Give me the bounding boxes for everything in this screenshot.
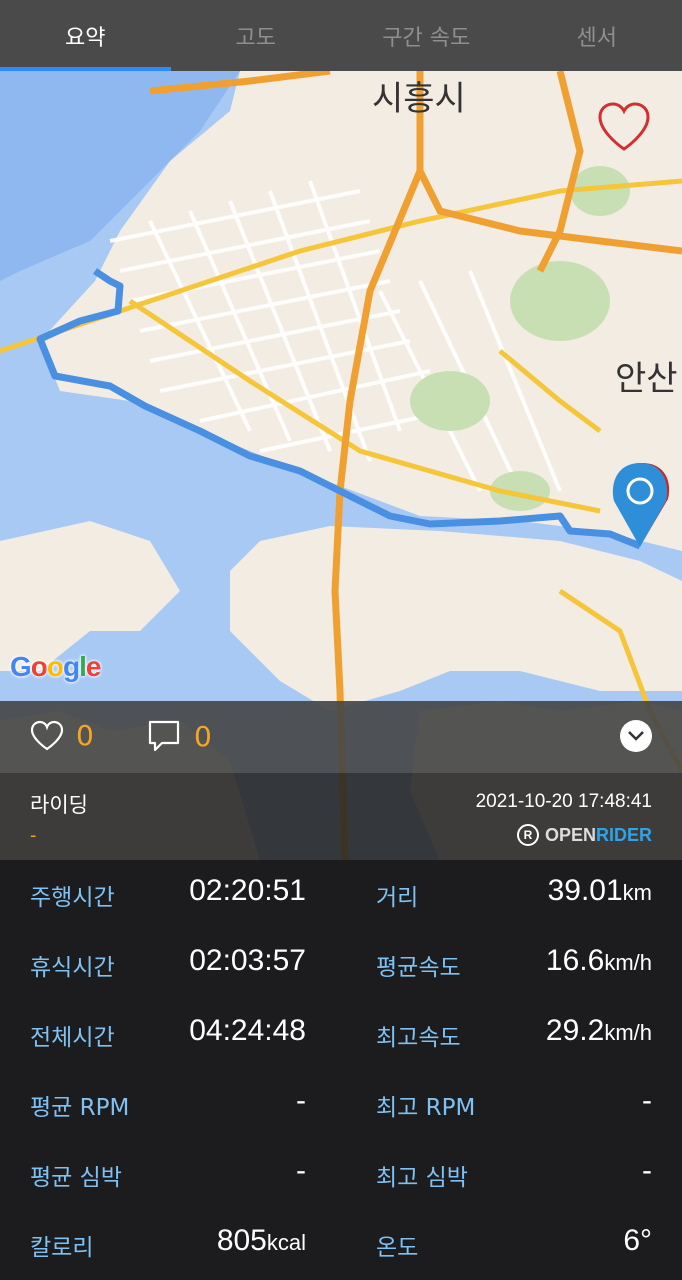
stat-row: 평균 RPM - 최고 RPM -	[0, 1070, 682, 1140]
stat-label-rest-time: 휴식시간	[30, 955, 115, 981]
openrider-logo: R OPEN RIDER	[516, 824, 652, 846]
end-marker	[612, 463, 670, 547]
stat-value-avg-rpm: -	[296, 1084, 306, 1117]
stat-value-max-speed: 29.2km/h	[545, 1014, 652, 1047]
stat-value-rest-time: 02:03:57	[189, 944, 306, 977]
stat-label-temperature: 온도	[376, 1235, 419, 1261]
chevron-down-icon	[628, 731, 644, 741]
stat-label-avg-speed: 평균속도	[376, 955, 461, 981]
social-bar: 0 0	[0, 701, 682, 773]
stat-value-avg-heart-rate: -	[296, 1154, 306, 1187]
stat-label-calories: 칼로리	[30, 1235, 94, 1261]
stat-row: 전체시간 04:24:48 최고속도 29.2km/h	[0, 1000, 682, 1070]
stat-value-temperature: 6°	[623, 1224, 652, 1257]
google-logo: Google	[10, 651, 101, 682]
stat-value-total-time: 04:24:48	[189, 1014, 306, 1047]
stat-value-distance: 39.01km	[547, 874, 652, 907]
comment-icon	[148, 720, 180, 752]
stat-value-max-heart-rate: -	[642, 1154, 652, 1187]
heart-icon	[30, 720, 64, 750]
expand-button[interactable]	[620, 720, 652, 752]
stat-value-max-rpm: -	[642, 1084, 652, 1117]
stat-label-max-heart-rate: 최고 심박	[376, 1165, 468, 1191]
stat-row: 칼로리 805kcal 온도 6°	[0, 1210, 682, 1280]
stat-row: 평균 심박 - 최고 심박 -	[0, 1140, 682, 1210]
tab-elevation[interactable]: 고도	[171, 0, 342, 71]
map-label-ansan: 안산	[615, 359, 678, 399]
like-count: 0	[76, 719, 94, 752]
tab-summary[interactable]: 요약	[0, 0, 171, 71]
stat-label-max-rpm: 최고 RPM	[376, 1095, 476, 1121]
stat-label-avg-heart-rate: 평균 심박	[30, 1165, 122, 1191]
activity-datetime: 2021-10-20 17:48:41	[475, 791, 652, 812]
openrider-icon: R	[516, 824, 539, 846]
stat-value-avg-speed: 16.6km/h	[545, 944, 652, 977]
stat-label-riding-time: 주행시간	[30, 885, 115, 911]
stat-value-riding-time: 02:20:51	[189, 874, 306, 907]
tab-bar: 요약 고도 구간 속도 센서	[0, 0, 682, 71]
tab-section-speed[interactable]: 구간 속도	[341, 0, 512, 71]
stat-label-distance: 거리	[376, 885, 419, 911]
comment-count: 0	[194, 719, 212, 753]
activity-description: -	[30, 825, 37, 846]
map-label-siheung: 시흥시	[372, 79, 466, 119]
stat-label-avg-rpm: 평균 RPM	[30, 1095, 130, 1121]
stat-label-max-speed: 최고속도	[376, 1025, 461, 1051]
stat-label-total-time: 전체시간	[30, 1025, 115, 1051]
stat-row: 휴식시간 02:03:57 평균속도 16.6km/h	[0, 930, 682, 1000]
stats-panel: 주행시간 02:20:51 거리 39.01km 휴식시간 02:03:57 평…	[0, 860, 682, 1280]
comment-button[interactable]: 0	[146, 719, 212, 753]
stat-value-calories: 805kcal	[216, 1224, 306, 1257]
like-button[interactable]: 0	[30, 719, 94, 752]
activity-info: 라이딩 - 2021-10-20 17:48:41 R OPEN RIDER	[0, 773, 682, 860]
tab-sensor[interactable]: 센서	[512, 0, 682, 71]
activity-title: 라이딩	[30, 793, 88, 817]
stat-row: 주행시간 02:20:51 거리 39.01km	[0, 860, 682, 930]
